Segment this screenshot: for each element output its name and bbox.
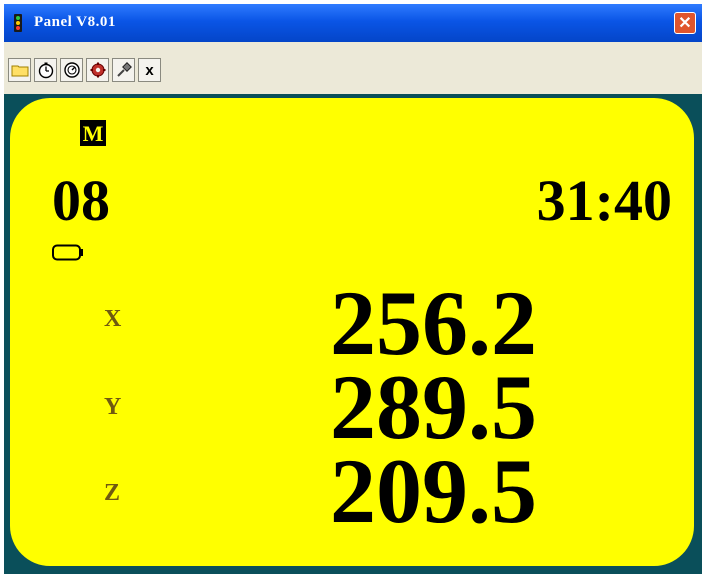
probe-icon [116, 62, 132, 77]
probe-button[interactable] [112, 58, 135, 82]
settings-button[interactable] [86, 58, 109, 82]
title-bar[interactable]: Panel V8.01 ✕ [4, 4, 702, 42]
traffic-light-icon [14, 14, 22, 32]
program-number: 08 [52, 168, 110, 233]
toolbar: x [4, 42, 702, 94]
axis-value-x: 256.2 [330, 272, 537, 374]
axis-label-x: X [104, 306, 122, 332]
axis-label-z: Z [104, 480, 121, 506]
open-folder-button[interactable] [8, 58, 31, 82]
mode-badge: M [80, 120, 106, 146]
axis-value-z: 209.5 [330, 440, 537, 542]
folder-icon [11, 65, 28, 77]
gauge-button[interactable] [60, 58, 83, 82]
axis-label-y: Y [104, 394, 122, 420]
timer-icon [38, 62, 53, 79]
battery-icon [52, 244, 83, 261]
axis-value-y: 289.5 [330, 356, 537, 458]
close-icon: x [145, 61, 154, 79]
gear-icon [90, 62, 105, 78]
window-close-button[interactable]: ✕ [674, 12, 696, 34]
time-readout: 31:40 [536, 168, 672, 233]
close-tool-button[interactable]: x [138, 58, 161, 82]
window-title: Panel V8.01 [34, 14, 116, 30]
gauge-icon [63, 62, 80, 78]
timer-button[interactable] [34, 58, 57, 82]
